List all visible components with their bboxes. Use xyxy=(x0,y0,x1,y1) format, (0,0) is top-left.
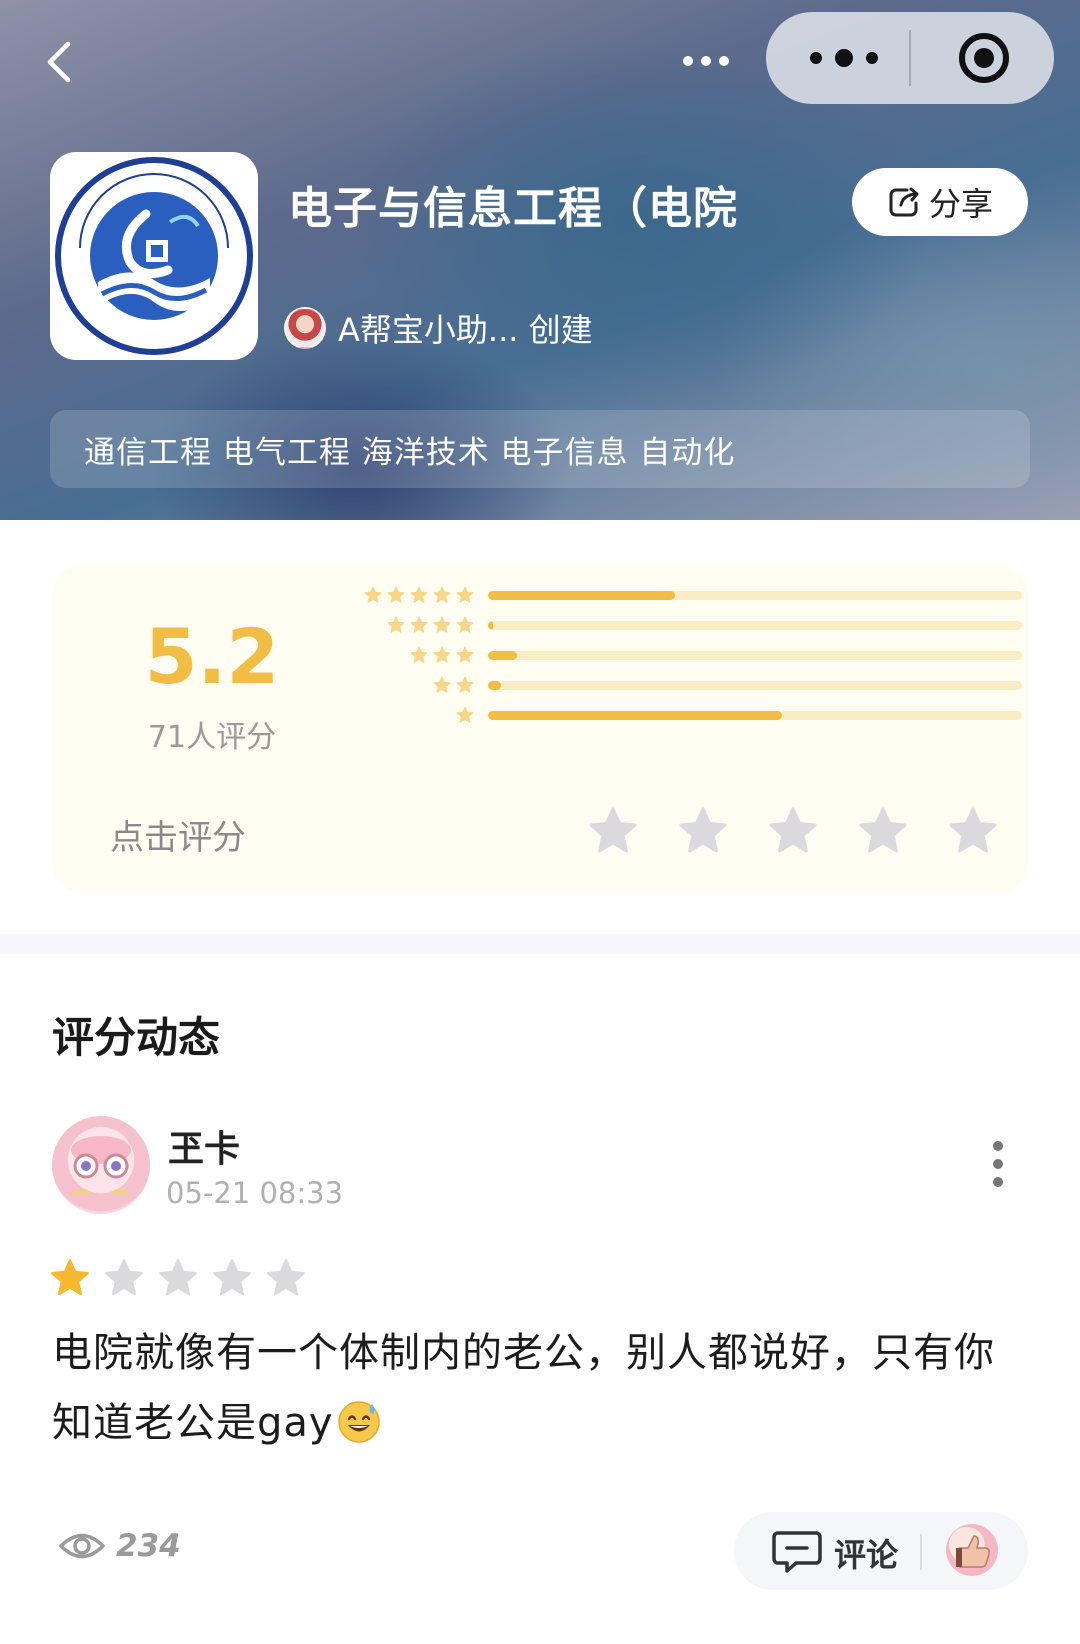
grinning-sweat-emoji-icon xyxy=(337,1401,380,1443)
review-star-rating xyxy=(50,1258,306,1298)
rating-distribution-row-5 xyxy=(282,586,1022,606)
back-chevron-icon[interactable] xyxy=(40,38,80,86)
star-icon xyxy=(433,646,451,664)
share-button[interactable]: 分享 xyxy=(852,168,1028,236)
row-stars xyxy=(387,616,474,636)
view-count: 234 xyxy=(58,1528,181,1564)
creator-info[interactable]: A帮宝小助... 创建 xyxy=(284,306,593,350)
capsule-separator xyxy=(909,30,911,86)
comment-icon[interactable] xyxy=(772,1529,822,1575)
header: 电子与信息工程（电院 分享 A帮宝小助... 创建 通信工程 电气工程 海洋技术… xyxy=(0,0,1080,520)
reviewer-name[interactable]: 玊卡 xyxy=(168,1120,240,1172)
distribution-track xyxy=(488,591,1022,600)
distribution-fill xyxy=(488,621,494,630)
rate-star-2[interactable] xyxy=(678,806,728,856)
distribution-fill xyxy=(488,591,675,600)
star-icon xyxy=(433,616,451,634)
distribution-fill xyxy=(488,681,502,690)
average-score: 5.2 xyxy=(144,612,280,701)
star-empty-icon xyxy=(158,1258,198,1298)
star-icon xyxy=(456,586,474,604)
star-empty-icon xyxy=(266,1258,306,1298)
tap-to-rate-label: 点击评分 xyxy=(110,818,246,858)
rate-star-3[interactable] xyxy=(768,806,818,856)
review-time: 05-21 08:33 xyxy=(166,1176,344,1210)
creator-avatar xyxy=(284,307,326,349)
star-icon xyxy=(456,616,474,634)
reviews-section-title: 评分动态 xyxy=(52,1013,221,1062)
star-icon xyxy=(387,616,405,634)
review-actions: 评论 xyxy=(734,1512,1028,1590)
mini-program-capsule xyxy=(766,12,1054,104)
share-label: 分享 xyxy=(928,185,993,223)
rate-star-5[interactable] xyxy=(948,806,998,856)
tag-bar: 通信工程 电气工程 海洋技术 电子信息 自动化 xyxy=(50,410,1030,488)
reviewer-avatar[interactable] xyxy=(52,1116,150,1214)
star-icon xyxy=(410,616,428,634)
rate-stars xyxy=(588,806,998,862)
row-stars xyxy=(433,676,474,696)
star-icon xyxy=(410,586,428,604)
action-separator xyxy=(920,1534,922,1570)
row-stars xyxy=(456,706,474,726)
comment-button[interactable]: 评论 xyxy=(834,1530,898,1576)
share-icon xyxy=(889,187,919,217)
review-text-body: 电院就像有一个体制内的老公，别人都说好，只有你知道老公是gay xyxy=(52,1330,995,1446)
distribution-track xyxy=(488,711,1022,720)
thumbs-up-icon[interactable] xyxy=(946,1524,998,1576)
rating-summary-card: 5.2 71人评分 点击评分 xyxy=(52,566,1028,892)
distribution-fill xyxy=(488,711,782,720)
star-filled-icon xyxy=(50,1258,90,1298)
distribution-fill xyxy=(488,651,518,660)
page-title: 电子与信息工程（电院 xyxy=(288,183,738,234)
creator-name: A帮宝小助... 创建 xyxy=(338,311,593,349)
star-icon xyxy=(456,676,474,694)
distribution-track xyxy=(488,681,1022,690)
star-icon xyxy=(410,646,428,664)
star-icon xyxy=(433,676,451,694)
star-icon xyxy=(387,586,405,604)
rating-distribution-row-2 xyxy=(282,676,1022,696)
review-more-icon[interactable] xyxy=(986,1138,1010,1190)
distribution-track xyxy=(488,651,1022,660)
rate-star-1[interactable] xyxy=(588,806,638,856)
star-icon xyxy=(364,586,382,604)
star-icon xyxy=(433,586,451,604)
college-logo xyxy=(50,152,258,360)
rate-star-4[interactable] xyxy=(858,806,908,856)
review-text: 电院就像有一个体制内的老公，别人都说好，只有你知道老公是gay xyxy=(52,1318,1032,1458)
distribution-track xyxy=(488,621,1022,630)
rating-distribution-row-3 xyxy=(282,646,1022,666)
view-count-value: 234 xyxy=(116,1528,181,1564)
star-empty-icon xyxy=(104,1258,144,1298)
rating-distribution-row-1 xyxy=(282,706,1022,726)
capsule-target-icon[interactable] xyxy=(956,30,1012,86)
rating-distribution-row-4 xyxy=(282,616,1022,636)
capsule-menu-icon[interactable] xyxy=(804,40,884,76)
section-divider xyxy=(0,934,1080,954)
eye-icon xyxy=(59,1533,105,1559)
star-icon xyxy=(456,646,474,664)
row-stars xyxy=(364,586,474,606)
row-stars xyxy=(410,646,474,666)
star-icon xyxy=(456,706,474,724)
more-dots-icon[interactable] xyxy=(680,44,732,78)
star-empty-icon xyxy=(212,1258,252,1298)
